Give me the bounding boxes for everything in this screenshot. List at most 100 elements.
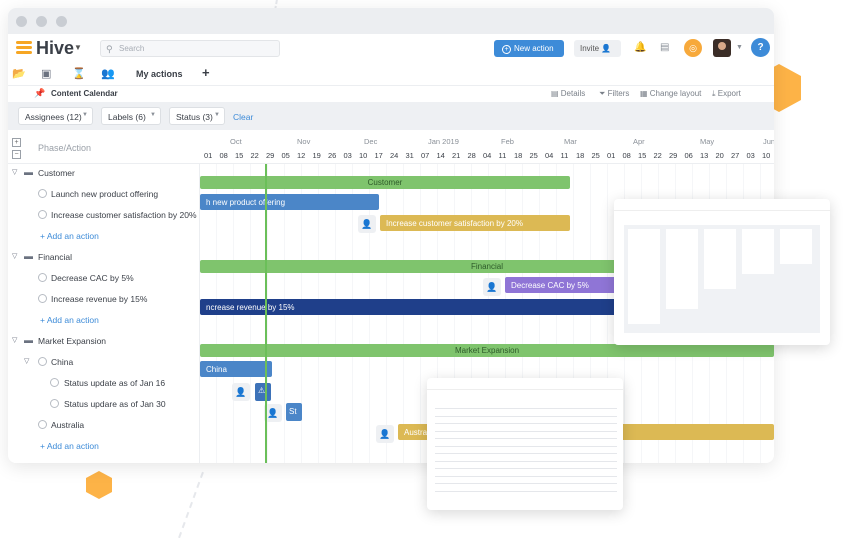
add-action-row[interactable]: + Add an action [8, 311, 200, 331]
invite-button[interactable]: Invite 👤 [574, 40, 621, 57]
action-row[interactable]: Increase customer satisfaction by 20% [8, 206, 200, 226]
table-preview-row [435, 468, 617, 469]
phase-bar-market-expansion[interactable]: Market Expansion [200, 344, 774, 357]
window-minimize-dot[interactable] [36, 16, 47, 27]
action-bar-revenue[interactable]: ncrease revenue by 15% [200, 299, 620, 315]
check-circle-icon[interactable] [50, 378, 59, 387]
add-action-row[interactable]: + Add an action [8, 437, 200, 457]
nav-bar: 📂 ▣ ⌛ 👥 My actions + [8, 62, 774, 86]
invite-label: Invite [580, 44, 600, 53]
subgroup-row-china[interactable]: ▽ China [8, 353, 200, 373]
change-layout-button[interactable]: ▦ Change layout [640, 89, 701, 98]
subaction-row[interactable]: Status update as of Jan 16 [8, 374, 200, 394]
workspace-caret-icon[interactable]: ▼ [74, 43, 82, 52]
check-circle-icon[interactable] [38, 210, 47, 219]
status-badge[interactable]: ◎ [684, 39, 702, 57]
month-label: Feb [501, 137, 514, 146]
avatar-caret-icon[interactable]: ▼ [736, 44, 743, 51]
expand-all-icon[interactable]: + [12, 138, 21, 147]
app-brand[interactable]: Hive [36, 38, 74, 59]
add-action-link[interactable]: + Add an action [40, 441, 99, 451]
add-tab-button[interactable]: + [202, 65, 210, 80]
group-label: Market Expansion [38, 336, 107, 346]
export-label: Export [717, 89, 741, 98]
add-action-link[interactable]: + Add an action [40, 315, 99, 325]
id-card-icon[interactable]: ▣ [41, 67, 51, 80]
action-bar-launch[interactable]: h new product offering [200, 194, 379, 210]
check-circle-icon[interactable] [38, 357, 47, 366]
clear-filters-link[interactable]: Clear [233, 112, 253, 122]
window-close-dot[interactable] [16, 16, 27, 27]
labels-filter[interactable]: Labels (6) ▼ [101, 107, 161, 125]
action-row[interactable]: Launch new product offering [8, 185, 200, 205]
collapse-all-icon[interactable]: − [12, 150, 21, 159]
day-label: 11 [498, 151, 507, 160]
team-icon[interactable]: 👥 [101, 67, 115, 80]
kanban-preview-card[interactable] [614, 199, 830, 345]
window-maximize-dot[interactable] [56, 16, 67, 27]
table-preview-card[interactable] [427, 378, 623, 510]
action-bar-cac[interactable]: Decrease CAC by 5% [505, 277, 625, 293]
action-bar-status[interactable]: St [286, 403, 302, 421]
table-preview-row [435, 483, 617, 484]
table-preview-row [435, 408, 617, 409]
assignee-icon[interactable]: 👤 [376, 425, 394, 443]
kanban-column [742, 229, 774, 274]
day-label: 31 [405, 151, 414, 160]
month-label: Nov [297, 137, 311, 146]
user-avatar[interactable] [713, 39, 731, 57]
assignee-icon[interactable]: 👤 [358, 215, 376, 233]
assignee-icon[interactable]: 👤 [483, 278, 501, 296]
day-label: 05 [281, 151, 290, 160]
warning-marker[interactable]: ⚠ [255, 383, 271, 401]
chevron-down-icon[interactable]: ▽ [12, 336, 17, 344]
day-label: 18 [514, 151, 523, 160]
check-circle-icon[interactable] [38, 189, 47, 198]
action-row[interactable]: Decrease CAC by 5% [8, 269, 200, 289]
filters-button[interactable]: ⏷ Filters [599, 89, 629, 99]
action-bar-china[interactable]: China [200, 361, 272, 377]
check-circle-icon[interactable] [38, 420, 47, 429]
folder-icon[interactable]: 📂 [12, 67, 26, 80]
new-action-button[interactable]: + New action [494, 40, 564, 57]
day-label: 22 [250, 151, 259, 160]
day-label: 03 [343, 151, 352, 160]
day-label: 25 [529, 151, 538, 160]
group-row-market-expansion[interactable]: ▽ ▬ Market Expansion [8, 332, 200, 352]
details-button[interactable]: ▤ Details [551, 89, 585, 98]
month-label: Mar [564, 137, 577, 146]
action-bar-satisfaction[interactable]: Increase customer satisfaction by 20% [380, 215, 570, 231]
search-input[interactable]: ⚲ Search [100, 40, 280, 57]
chevron-down-icon[interactable]: ▽ [12, 168, 17, 176]
subaction-row[interactable]: Status updare as of Jan 30 [8, 395, 200, 415]
my-actions-tab[interactable]: My actions [136, 69, 183, 79]
chevron-down-icon[interactable]: ▽ [12, 252, 17, 260]
action-row[interactable]: Australia [8, 416, 200, 436]
help-button[interactable]: ? [751, 38, 770, 57]
check-circle-icon[interactable] [38, 294, 47, 303]
day-label: 29 [669, 151, 678, 160]
hourglass-icon[interactable]: ⌛ [72, 67, 86, 80]
phase-bar-customer[interactable]: Customer [200, 176, 570, 189]
today-marker-line [265, 164, 267, 463]
add-action-link[interactable]: + Add an action [40, 231, 99, 241]
status-filter[interactable]: Status (3) ▼ [169, 107, 225, 125]
group-row-customer[interactable]: ▽ ▬ Customer [8, 164, 200, 184]
group-row-financial[interactable]: ▽ ▬ Financial [8, 248, 200, 268]
folder-icon: ▬ [24, 251, 33, 261]
export-button[interactable]: ⤓ Export [712, 89, 741, 99]
chevron-down-icon[interactable]: ▽ [24, 357, 29, 365]
action-label: Launch new product offering [51, 189, 159, 199]
assignee-icon[interactable]: 👤 [232, 383, 250, 401]
background-dash-line [178, 471, 204, 538]
pin-icon[interactable]: 📌 [34, 88, 45, 99]
assignees-filter[interactable]: Assignees (12) ▼ [18, 107, 93, 125]
notes-icon[interactable]: ▤ [660, 42, 669, 53]
check-circle-icon[interactable] [38, 273, 47, 282]
add-action-row[interactable]: + Add an action [8, 227, 200, 247]
check-circle-icon[interactable] [50, 399, 59, 408]
action-row[interactable]: Increase revenue by 15% [8, 290, 200, 310]
folder-icon: ▬ [24, 335, 33, 345]
day-label: 11 [560, 151, 569, 160]
bell-icon[interactable]: 🔔 [634, 42, 646, 53]
